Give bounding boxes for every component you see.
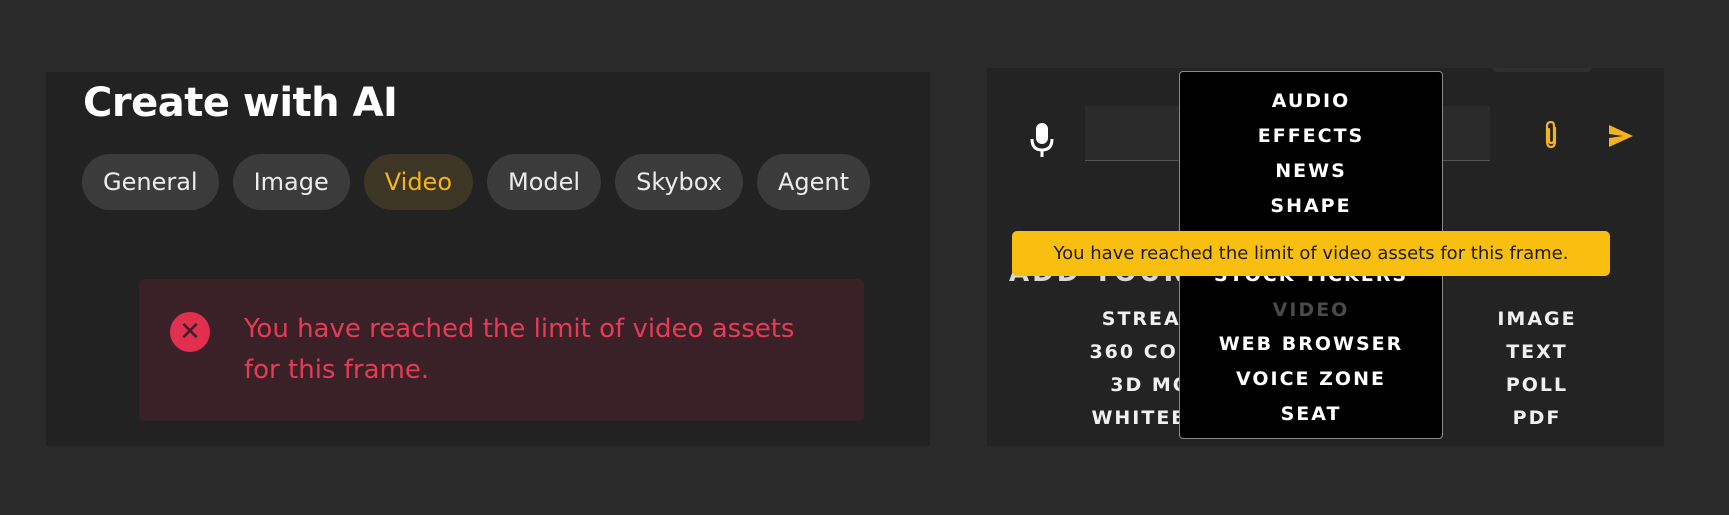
menu-item-seat[interactable]: SEAT xyxy=(1180,402,1442,426)
create-with-ai-panel: Create with AI General Image Video Model… xyxy=(46,72,930,446)
menu-item-news[interactable]: NEWS xyxy=(1180,159,1442,183)
tab-video[interactable]: Video xyxy=(363,154,474,210)
send-icon[interactable] xyxy=(1608,124,1634,148)
menu-item-voice-zone[interactable]: VOICE ZONE xyxy=(1180,367,1442,391)
tab-image[interactable]: Image xyxy=(232,154,350,210)
asset-option-poll[interactable]: POLL xyxy=(1457,369,1617,402)
tab-agent[interactable]: Agent xyxy=(756,154,870,210)
menu-item-audio[interactable]: AUDIO xyxy=(1180,89,1442,113)
asset-option-image[interactable]: IMAGE xyxy=(1457,303,1617,336)
mic-icon[interactable] xyxy=(1029,123,1055,159)
asset-option-pdf[interactable]: PDF xyxy=(1457,402,1617,435)
asset-option-text[interactable]: TEXT xyxy=(1457,336,1617,369)
asset-list-right: IMAGE TEXT POLL PDF xyxy=(1457,303,1617,435)
drag-handle xyxy=(1492,68,1592,72)
menu-item-shape[interactable]: SHAPE xyxy=(1180,194,1442,218)
category-tabs: General Image Video Model Skybox Agent xyxy=(82,154,870,210)
panel-title: Create with AI xyxy=(83,80,398,126)
menu-item-effects[interactable]: EFFECTS xyxy=(1180,124,1442,148)
menu-item-web-browser[interactable]: WEB BROWSER xyxy=(1180,332,1442,356)
paperclip-icon[interactable] xyxy=(1540,120,1562,150)
menu-item-video: VIDEO xyxy=(1272,299,1350,321)
limit-toast: You have reached the limit of video asse… xyxy=(1012,231,1610,276)
tab-skybox[interactable]: Skybox xyxy=(615,154,743,210)
tab-general[interactable]: General xyxy=(82,154,219,210)
x-circle-icon: ✕ xyxy=(170,312,210,352)
error-alert: ✕ You have reached the limit of video as… xyxy=(139,279,864,421)
tab-model[interactable]: Model xyxy=(487,154,602,210)
error-message: You have reached the limit of video asse… xyxy=(244,314,795,385)
